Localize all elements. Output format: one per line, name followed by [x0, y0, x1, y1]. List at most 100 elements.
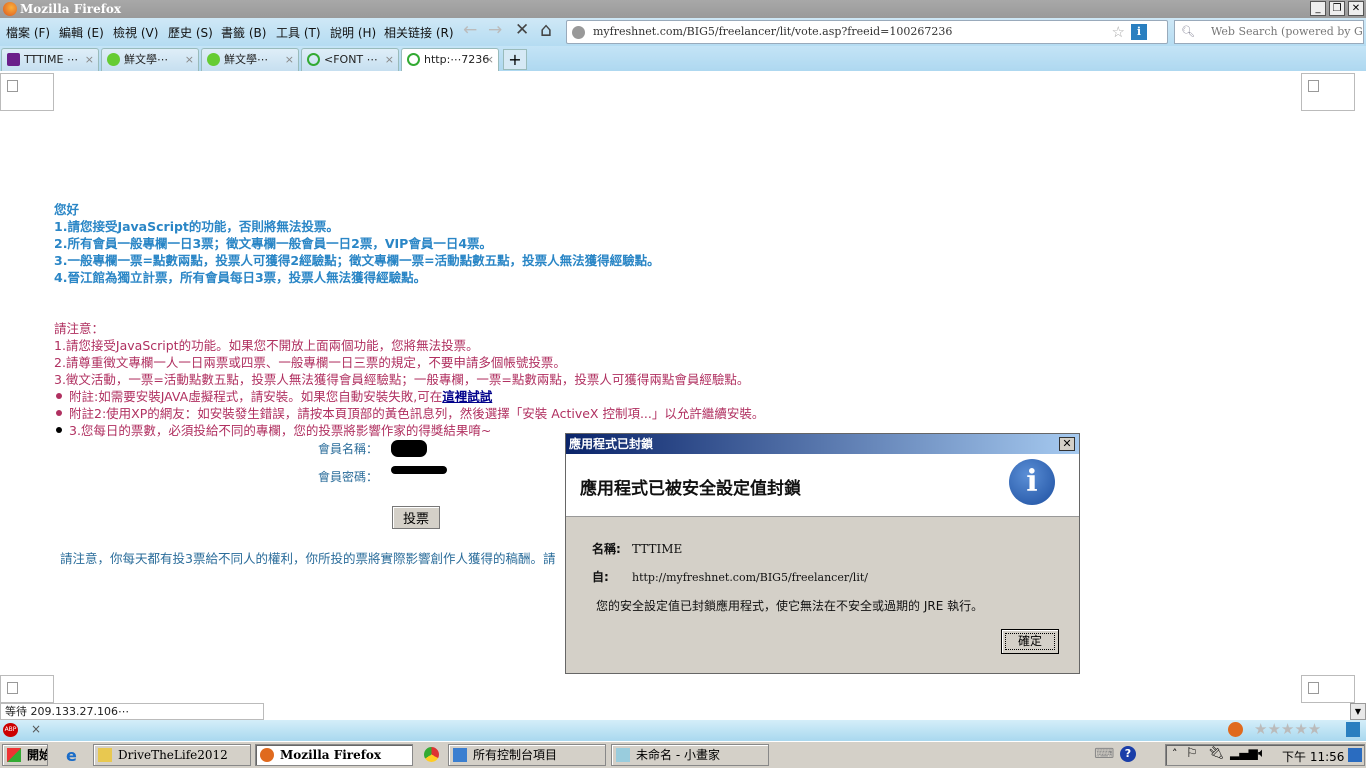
rule: 3.一般專欄一票=點數兩點，投票人可獲得2經驗點；徵文專欄一票=活動點數五點，投…: [54, 253, 660, 268]
home-button[interactable]: ⌂: [540, 19, 552, 41]
rule: 1.請您接受JavaScript的功能，否則將無法投票。: [54, 219, 339, 234]
username-field-redacted[interactable]: [391, 440, 427, 457]
minimize-button[interactable]: _: [1310, 1, 1326, 16]
show-hidden-icons[interactable]: ˄: [1172, 747, 1178, 760]
plugin-placeholder: [1301, 73, 1355, 111]
bullet-icon: [56, 393, 62, 399]
back-button[interactable]: ←: [463, 20, 477, 40]
help-icon[interactable]: ?: [1120, 746, 1136, 762]
tab-xianwenxue-1[interactable]: 鮮文學⋯ ×: [101, 48, 199, 71]
system-tray: ˄ ⚐ 🔌︎ ▂▄▆ 🔈︎ 下午 11:56: [1165, 744, 1365, 766]
loading-icon: [307, 53, 320, 66]
adblock-icon[interactable]: ABP: [3, 723, 18, 737]
from-row: 自: http://myfreshnet.com/BIG5/freelancer/…: [592, 570, 868, 584]
power-icon[interactable]: 🔌︎: [1208, 746, 1225, 761]
notice: 3.徵文活動，一票=活動點數五點，投票人無法獲得會員經驗點；一般專欄，一票=點數…: [54, 372, 750, 387]
menu-related-links[interactable]: 相关链接 (R): [384, 24, 454, 41]
addon-bar: ABP × ★★★★★: [0, 720, 1366, 741]
new-tab-button[interactable]: +: [503, 49, 527, 70]
show-desktop-button[interactable]: [1348, 748, 1362, 762]
application-blocked-dialog: 應用程式已封鎖 ✕ 應用程式已被安全設定值封鎖 i 名稱: TTTIME 自: ht…: [565, 433, 1080, 674]
rules-block: 您好 1.請您接受JavaScript的功能，否則將無法投票。 2.所有會員一般…: [54, 201, 660, 286]
window-title-bar: Mozilla Firefox: [0, 0, 1366, 18]
info-icon[interactable]: i: [1131, 24, 1147, 40]
dialog-close-button[interactable]: ✕: [1059, 437, 1075, 451]
menu-tools[interactable]: 工具 (T): [276, 24, 321, 41]
url-bar[interactable]: myfreshnet.com/BIG5/freelancer/lit/vote.…: [566, 20, 1168, 44]
password-label: 會員密碼：: [318, 470, 379, 484]
taskbar-item-control-panel[interactable]: 所有控制台項目: [448, 744, 606, 766]
close-tab-icon[interactable]: ×: [485, 49, 494, 70]
bullet-note: 附註:如需要安裝JAVA虛擬程式，請安裝。如果您自動安裝失敗,可在這裡試試: [54, 388, 764, 405]
dialog-title: 應用程式已封鎖: [569, 437, 654, 451]
vote-button[interactable]: 投票: [392, 506, 440, 529]
close-window-button[interactable]: ✕: [1348, 1, 1364, 16]
ie-icon[interactable]: e: [66, 746, 77, 765]
yahoo-icon: [7, 53, 20, 66]
web-search-input[interactable]: 🔍︎ Web Search (powered by G: [1174, 20, 1364, 44]
notice: 1.請您接受JavaScript的功能。如果您不開放上面兩個功能，您將無法投票。: [54, 338, 479, 353]
plugin-placeholder: [0, 675, 54, 703]
firefox-logo-icon: [3, 2, 17, 16]
menu-bookmarks[interactable]: 書籤 (B): [221, 24, 266, 41]
addon-x-icon[interactable]: [1346, 722, 1360, 737]
site-icon: [207, 53, 220, 66]
status-bar: 等待 209.133.27.106⋯: [0, 703, 264, 720]
notice-title: 請注意：: [54, 321, 105, 336]
volume-icon[interactable]: 🔈︎: [1258, 746, 1266, 761]
menu-file[interactable]: 檔案 (F): [6, 24, 50, 41]
bullet-note: 附註2:使用XP的網友：如安裝發生錯誤，請按本頁頂部的黃色訊息列，然後選擇「安裝…: [54, 405, 764, 422]
site-icon: [107, 53, 120, 66]
start-button[interactable]: 開始: [2, 744, 48, 766]
try-here-link[interactable]: 這裡試試: [442, 389, 492, 404]
taskbar-item-paint[interactable]: 未命名 - 小畫家: [611, 744, 769, 766]
tab-tttime[interactable]: TTTIME ⋯ ×: [1, 48, 99, 71]
menu-history[interactable]: 歷史 (S): [168, 24, 213, 41]
menu-edit[interactable]: 編輯 (E): [59, 24, 104, 41]
firefox-addon-icon[interactable]: [1228, 722, 1243, 737]
notice-block: 請注意： 1.請您接受JavaScript的功能。如果您不開放上面兩個功能，您將…: [54, 320, 764, 439]
close-tab-icon[interactable]: ×: [385, 49, 394, 70]
window-title: Mozilla Firefox: [20, 2, 122, 16]
bookmark-star-icon[interactable]: ☆: [1112, 21, 1125, 43]
stop-button[interactable]: ✕: [515, 20, 529, 40]
info-icon: i: [1009, 459, 1055, 505]
globe-icon: [572, 26, 585, 39]
ok-button[interactable]: 確定: [1001, 629, 1059, 654]
network-icon[interactable]: ▂▄▆: [1230, 746, 1258, 760]
rule: 4.晉江館為獨立計票，所有會員每日3票，投票人無法獲得經驗點。: [54, 270, 427, 285]
plugin-placeholder: [0, 73, 54, 111]
footer-note: 請注意，你每天都有投3票給不同人的權利，你所投的票將實際影響創作人獲得的稿酬。請: [60, 551, 556, 566]
tab-xianwenxue-2[interactable]: 鮮文學⋯ ×: [201, 48, 299, 71]
tab-vote-active[interactable]: http:⋯7236 ×: [401, 48, 499, 71]
password-field-redacted[interactable]: [391, 466, 447, 474]
username-label: 會員名稱：: [318, 442, 379, 456]
restore-button[interactable]: ❐: [1329, 1, 1345, 16]
close-tab-icon[interactable]: ×: [285, 49, 294, 70]
scroll-down-arrow[interactable]: ▼: [1350, 703, 1366, 720]
search-placeholder: Web Search (powered by G: [1211, 25, 1363, 38]
greeting: 您好: [54, 202, 80, 217]
clock[interactable]: 下午 11:56: [1282, 748, 1344, 765]
dialog-title-bar: 應用程式已封鎖: [566, 434, 1079, 454]
taskbar-item-firefox[interactable]: Mozilla Firefox: [255, 744, 413, 766]
tab-font[interactable]: <FONT ⋯ ×: [301, 48, 399, 71]
forward-button[interactable]: →: [488, 20, 502, 40]
close-tab-icon[interactable]: ×: [185, 49, 194, 70]
close-tab-icon[interactable]: ×: [85, 49, 94, 70]
menu-view[interactable]: 檢視 (V): [113, 24, 158, 41]
taskbar-item-drivethelife[interactable]: DriveTheLife2012: [93, 744, 251, 766]
action-center-flag-icon[interactable]: ⚐: [1186, 746, 1198, 761]
control-panel-icon: [453, 748, 467, 762]
bullet-icon: [56, 427, 62, 433]
chrome-icon[interactable]: [424, 747, 439, 762]
name-row: 名稱: TTTIME: [592, 542, 683, 556]
rating-stars-icon[interactable]: ★★★★★: [1254, 720, 1321, 738]
dialog-header: 應用程式已被安全設定值封鎖 i: [566, 454, 1079, 517]
windows-logo-icon: [7, 748, 21, 762]
rule: 2.所有會員一般專欄一日3票；徵文專欄一般會員一日2票，VIP會員一日4票。: [54, 236, 493, 251]
menu-help[interactable]: 說明 (H): [330, 24, 376, 41]
keyboard-icon[interactable]: ⌨: [1094, 746, 1114, 762]
close-addon-bar-icon[interactable]: ×: [31, 722, 41, 736]
paint-icon: [616, 748, 630, 762]
